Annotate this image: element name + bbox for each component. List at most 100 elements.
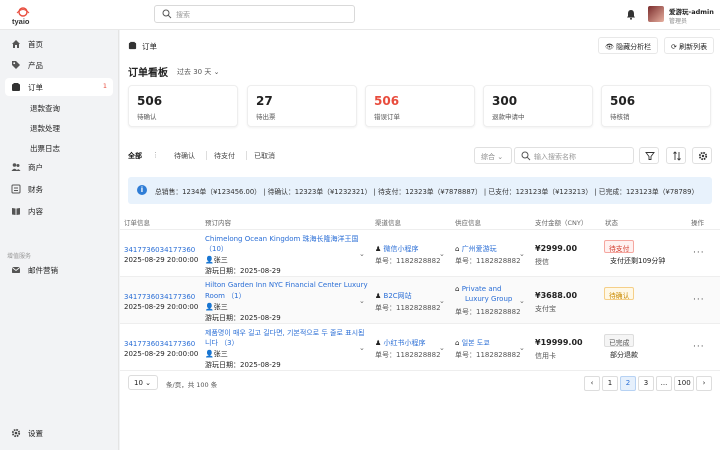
visit-date: 游玩日期：2025-08-29 [205, 361, 281, 369]
order-number-link[interactable]: 3417736034177360 [124, 340, 195, 348]
sidebar-item-finance[interactable]: 财务 [5, 180, 113, 198]
sidebar-item-home[interactable]: 首页 [5, 35, 113, 53]
supplier-link[interactable]: 广州爱游玩 [462, 245, 497, 253]
channel-link[interactable]: B2C网站 [384, 292, 412, 300]
supplier-link-line2[interactable]: Luxury Group [465, 295, 512, 303]
sidebar-label: 商户 [28, 163, 43, 172]
tab-cancelled[interactable]: 已取消 [254, 151, 275, 161]
chevron-down-icon[interactable]: ⌄ [439, 344, 445, 352]
sidebar-subitem-refund-query[interactable]: 退款查询 [30, 103, 60, 114]
more-actions-icon[interactable]: ··· [693, 248, 705, 258]
channel-name[interactable]: ♟ B2C网站 [375, 291, 412, 301]
page-button[interactable]: 100 [674, 376, 694, 391]
hide-analysis-button[interactable]: 👁 隐藏分析栏 [598, 37, 659, 54]
channel-name[interactable]: ♟ 小红书小程序 [375, 338, 426, 348]
sidebar-item-products[interactable]: 产品 [5, 56, 113, 74]
order-search-input[interactable]: 输入搜索名称 [514, 147, 634, 164]
page-button[interactable]: 3 [638, 376, 654, 391]
supplier-link[interactable]: 일본 도쿄 [462, 339, 490, 347]
page-ellipsis[interactable]: ... [656, 376, 672, 391]
info-icon: i [137, 185, 147, 195]
svg-text:tyaio: tyaio [12, 17, 30, 26]
page-button[interactable]: 1 [602, 376, 618, 391]
sidebar-label: 产品 [28, 61, 43, 70]
avatar[interactable] [648, 6, 664, 22]
chevron-right-icon: › [702, 379, 706, 387]
product-link[interactable]: Hilton Garden Inn NYC Financial Center L… [205, 281, 368, 289]
product-link[interactable]: Chimelong Ocean Kingdom 珠海长隆海洋王国 [205, 234, 359, 244]
supplier-name[interactable]: ⌂ Private and [455, 285, 502, 293]
supplier-name[interactable]: ⌂ 일본 도쿄 [455, 338, 490, 348]
tyaio-logo[interactable]: tyaio [12, 4, 34, 26]
user-name[interactable]: 爱游玩-admin [669, 6, 714, 16]
sidebar-item-merchants[interactable]: 商户 [5, 158, 113, 176]
stat-card-pending-redeem[interactable]: 506 待核销 [601, 85, 711, 127]
product-link[interactable]: 제품명이 매우 길고 길다면, 기본적으로 두 줄로 표시됩 [205, 328, 364, 338]
sidebar-label: 财务 [28, 185, 43, 194]
more-actions-icon[interactable]: ··· [693, 295, 705, 305]
stat-value: 506 [610, 94, 636, 108]
product-link-line2[interactable]: 니다 （3） [205, 338, 239, 348]
sidebar-subitem-ticket-log[interactable]: 出票日志 [30, 143, 60, 154]
channel-name[interactable]: ♟ 微信小程序 [375, 244, 419, 254]
sidebar-subitem-refund-process[interactable]: 退款处理 [30, 123, 60, 134]
table-settings-button[interactable] [692, 147, 712, 164]
channel-link[interactable]: 微信小程序 [384, 245, 419, 253]
chevron-left-icon: ‹ [590, 379, 594, 387]
user-icon: 👤 [205, 303, 214, 311]
stat-label: 待核销 [610, 113, 630, 121]
column-header: 预订内容 [205, 219, 231, 227]
sidebar-item-email-marketing[interactable]: 邮件营销 [5, 261, 113, 279]
chevron-down-icon[interactable]: ⌄ [519, 250, 525, 258]
product-link-line2[interactable]: Room （1） [205, 291, 246, 301]
guest-name: 👤张三 [205, 302, 228, 312]
sidebar-label: 首页 [28, 40, 43, 49]
table-row[interactable]: 3417736034177360 2025-08-29 20:00:00 Hil… [120, 277, 720, 324]
tab-all[interactable]: 全部 [128, 151, 142, 161]
global-search-input[interactable]: 搜索 [154, 5, 355, 23]
order-number-link[interactable]: 3417736034177360 [124, 246, 195, 254]
channel-icon: ♟ [375, 245, 382, 253]
chevron-down-icon[interactable]: ⌄ [439, 250, 445, 258]
next-page-button[interactable]: › [696, 376, 712, 391]
stat-card-error-orders[interactable]: 506 错误订单 [365, 85, 475, 127]
date-range-dropdown[interactable]: 过去 30 天 ⌄ [177, 67, 219, 77]
table-row[interactable]: 3417736034177360 2025-08-29 20:00:00 Chi… [120, 230, 720, 277]
payment-method: 授信 [535, 258, 549, 266]
chevron-down-icon[interactable]: ⌄ [519, 344, 525, 352]
channel-link[interactable]: 小红书小程序 [384, 339, 426, 347]
sort-order-button[interactable] [666, 147, 686, 164]
chevron-down-icon[interactable]: ⌄ [359, 297, 365, 305]
chevron-down-icon[interactable]: ⌄ [359, 250, 365, 258]
sidebar-item-settings[interactable]: 设置 [5, 424, 113, 442]
chevron-down-icon[interactable]: ⌄ [519, 297, 525, 305]
gear-icon [11, 428, 21, 438]
chevron-down-icon[interactable]: ⌄ [439, 297, 445, 305]
tab-pending-payment[interactable]: 待支付 [214, 151, 235, 161]
stat-card-refund-requests[interactable]: 300 退款申请中 [483, 85, 593, 127]
status-badge: 待确认 [604, 287, 635, 300]
payment-amount: ¥3688.00 [535, 291, 578, 300]
order-number-link[interactable]: 3417736034177360 [124, 293, 195, 301]
page-button-current[interactable]: 2 [620, 376, 636, 391]
page-size-select[interactable]: 10 ⌄ [128, 375, 158, 390]
sidebar-item-orders[interactable]: 订单 1 [5, 78, 113, 96]
stat-card-pending-confirm[interactable]: 506 待确认 [128, 85, 238, 127]
prev-page-button[interactable]: ‹ [584, 376, 600, 391]
pagination-summary: 条/页，共 100 条 [166, 381, 218, 389]
refresh-list-button[interactable]: ⟳ 刷新列表 [664, 37, 715, 54]
supplier-name[interactable]: ⌂ 广州爱游玩 [455, 244, 497, 254]
filter-button[interactable] [639, 147, 659, 164]
more-tabs-icon[interactable]: ⋮ [152, 151, 159, 159]
table-row[interactable]: 3417736034177360 2025-08-29 20:00:00 제품명… [120, 324, 720, 371]
more-actions-icon[interactable]: ··· [693, 342, 705, 352]
chevron-down-icon[interactable]: ⌄ [359, 344, 365, 352]
user-icon: 👤 [205, 350, 214, 358]
sidebar-item-content[interactable]: 内容 [5, 202, 113, 220]
supplier-link[interactable]: Private and [462, 285, 502, 293]
supplier-order-no: 单号：1182828882 [455, 308, 521, 316]
sort-select[interactable]: 综合 ⌄ [474, 147, 512, 164]
stat-card-pending-ticket[interactable]: 27 待出票 [247, 85, 357, 127]
bell-icon[interactable] [626, 9, 636, 20]
tab-pending-confirm[interactable]: 待确认 [174, 151, 195, 161]
